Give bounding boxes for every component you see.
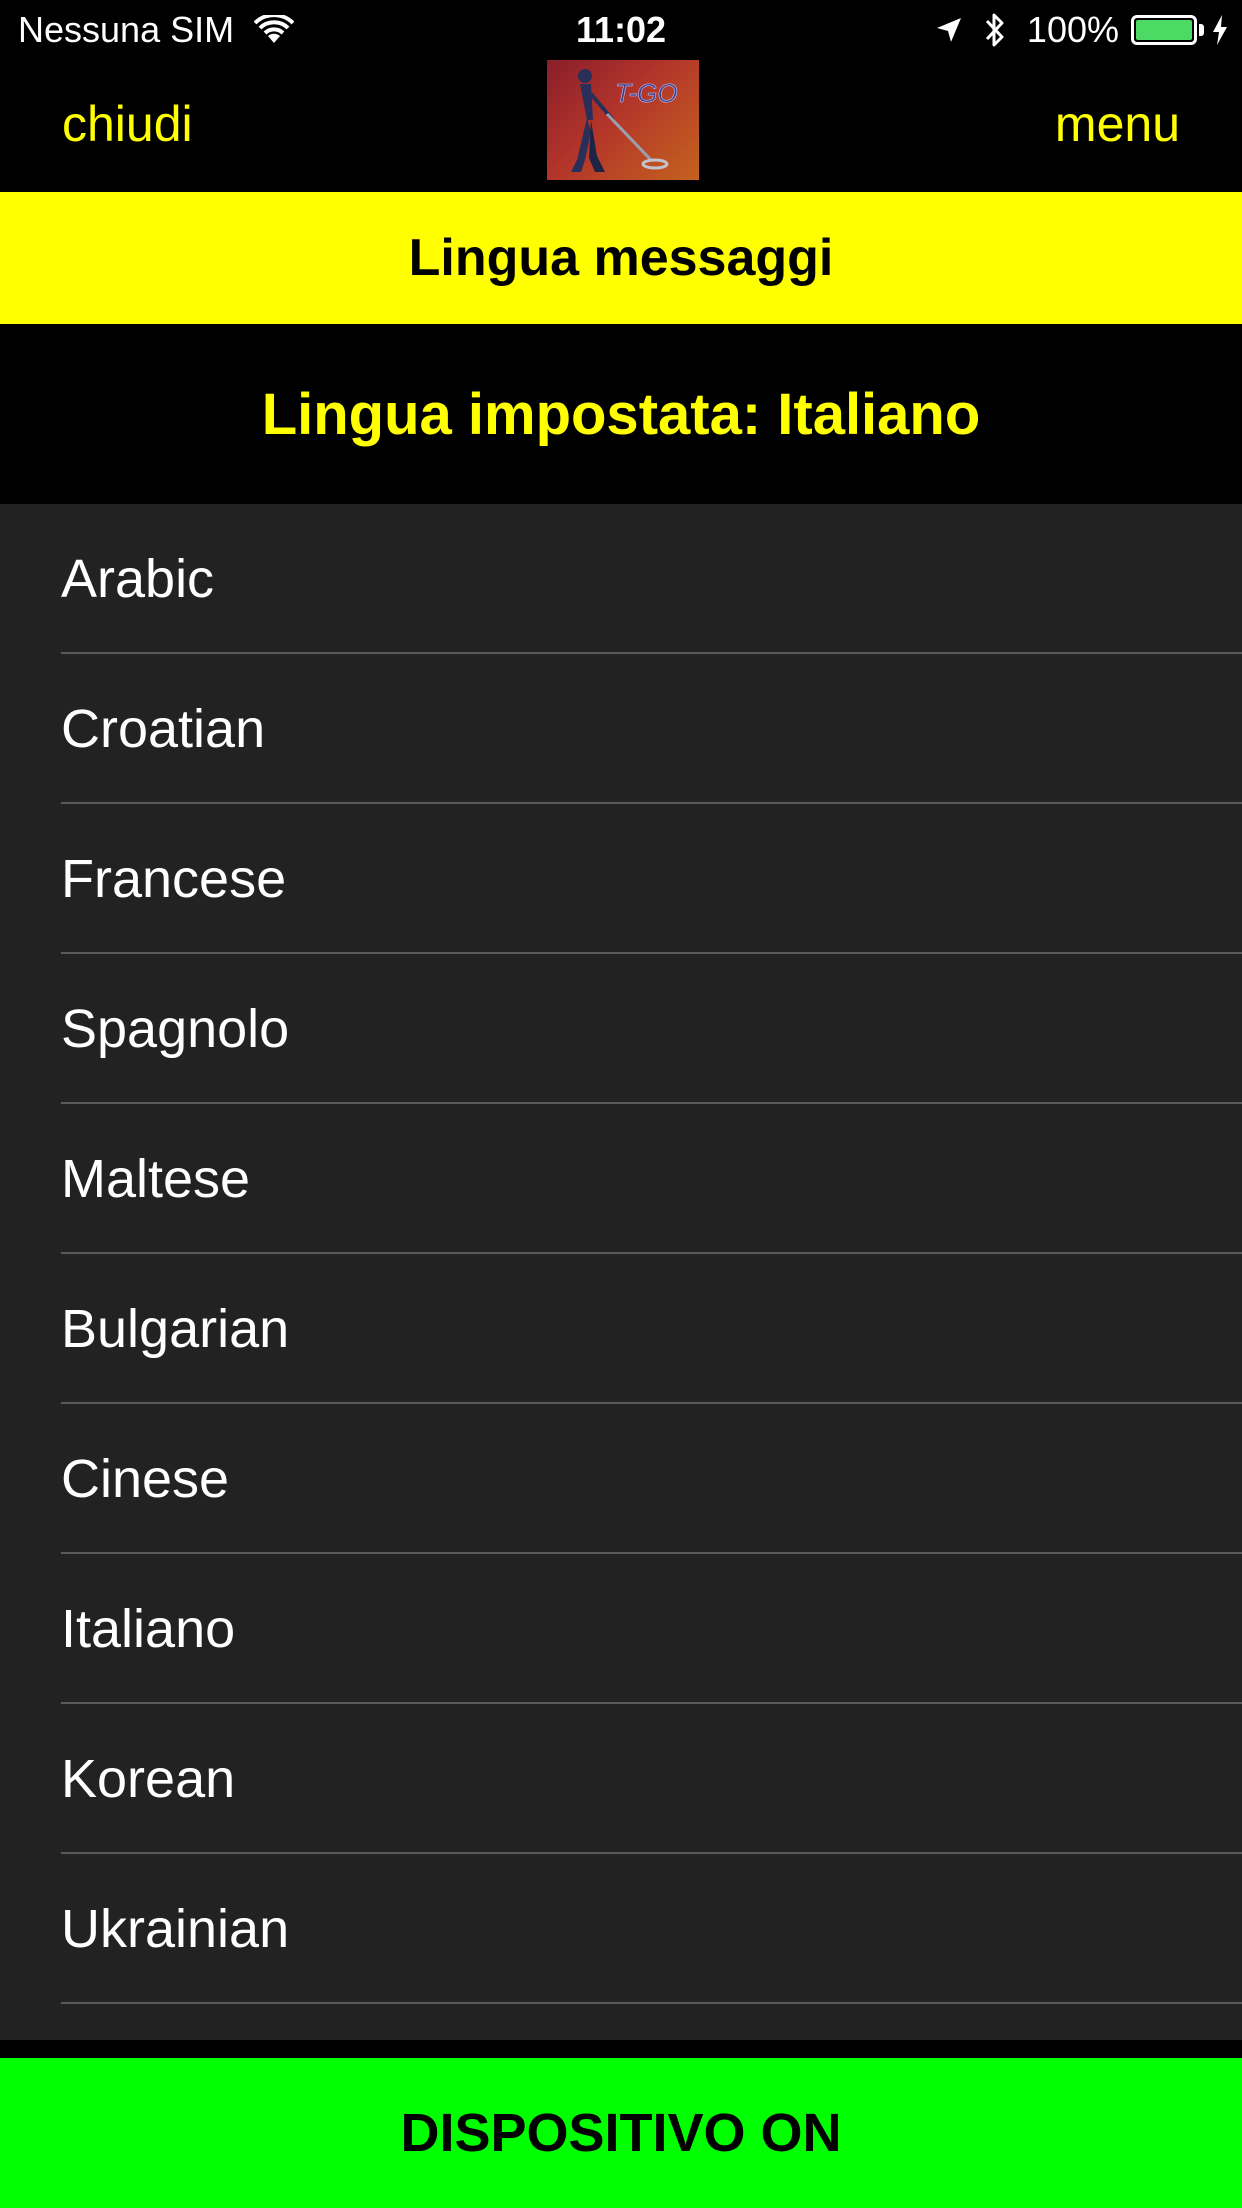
navigation-bar: chiudi T-GO menu [0,60,1242,192]
language-label: Korean [61,1749,236,1809]
language-label: Italiano [61,1599,236,1659]
language-label: Maltese [61,1149,251,1209]
charging-bolt-icon [1213,15,1227,45]
battery-level-fill [1136,20,1192,40]
language-item-bulgarian[interactable]: Bulgarian [0,1254,1242,1404]
walker-logo-icon: T-GO [571,69,678,172]
language-label: Bulgarian [61,1299,290,1359]
page-title: Lingua messaggi [408,229,834,287]
page-title-banner: Lingua messaggi [0,192,1242,324]
language-item-spagnolo[interactable]: Spagnolo [0,954,1242,1104]
language-label: Spagnolo [61,999,290,1059]
row-divider [61,2002,1242,2004]
logo-text: T-GO [615,78,678,108]
menu-button[interactable]: menu [1055,96,1180,152]
status-right: 100% [935,10,1228,50]
language-list: Arabic Croatian Francese Spagnolo Maltes… [0,504,1242,2040]
language-label: Croatian [61,699,266,759]
language-item-ukrainian[interactable]: Ukrainian [0,1854,1242,2004]
language-label: Arabic [61,549,215,609]
language-label: Francese [61,849,287,909]
battery-percent: 100% [1026,9,1119,50]
language-item-croatian[interactable]: Croatian [0,654,1242,804]
language-item-francese[interactable]: Francese [0,804,1242,954]
battery-icon [1131,15,1197,45]
battery-tip [1199,24,1204,36]
language-label: Cinese [61,1449,230,1509]
language-item-korean[interactable]: Korean [0,1704,1242,1854]
close-button[interactable]: chiudi [62,96,193,152]
app-logo: T-GO [547,60,699,180]
status-bar: Nessuna SIM 11:02 100% [0,0,1242,60]
app-screen: Nessuna SIM 11:02 100% chiudi T-GO menu … [0,0,1242,2208]
language-item-italiano[interactable]: Italiano [0,1554,1242,1704]
location-arrow-icon [936,18,961,42]
bluetooth-icon [985,13,1004,47]
device-status-bar[interactable]: DISPOSITIVO ON [0,2058,1242,2208]
language-item-maltese[interactable]: Maltese [0,1104,1242,1254]
language-item-cinese[interactable]: Cinese [0,1404,1242,1554]
language-label: Ukrainian [61,1899,290,1959]
language-item-arabic[interactable]: Arabic [0,504,1242,654]
current-language-header: Lingua impostata: Italiano [0,324,1242,504]
current-language-label: Lingua impostata: Italiano [261,381,981,447]
device-status-label: DISPOSITIVO ON [400,2103,842,2163]
